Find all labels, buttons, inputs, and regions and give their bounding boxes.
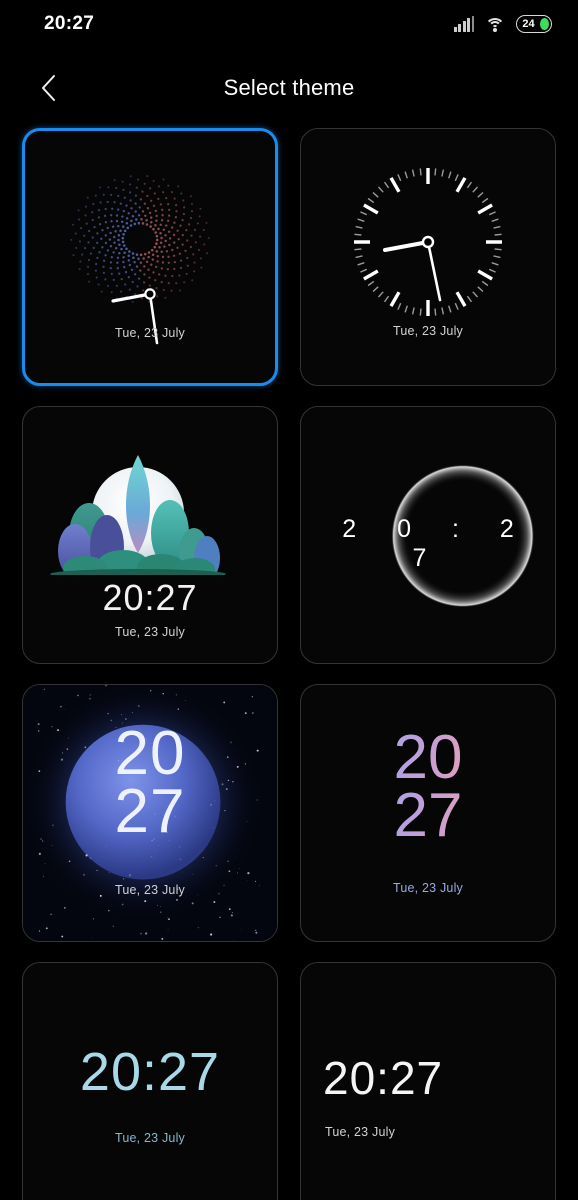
theme-grid: Tue, 23 July Tue, 23 July 20:27 Tue, 23 … — [0, 128, 578, 1200]
page-header: Select theme — [0, 48, 578, 128]
theme-card-blue-moon-clock[interactable]: 20 27 Tue, 23 July — [22, 684, 278, 942]
status-bar-icons: 24 — [454, 15, 553, 33]
card-date-label: Tue, 23 July — [301, 881, 555, 895]
card-date-label: Tue, 23 July — [23, 625, 277, 639]
theme-card-eclipse-clock[interactable]: 2 0 : 2 7 — [300, 406, 556, 664]
card-date-label: Tue, 23 July — [301, 1125, 555, 1139]
card-time-stack: 20 27 — [23, 725, 277, 842]
chevron-left-icon — [38, 73, 58, 103]
card-time-hours: 20 — [23, 725, 277, 783]
forest-moon-graphic — [23, 425, 253, 575]
card-time-label: 20:27 — [23, 1041, 277, 1103]
signal-bars-icon — [454, 17, 475, 32]
card-date-label: Tue, 23 July — [23, 1131, 277, 1145]
battery-icon: 24 — [516, 15, 552, 33]
theme-card-plain-left-clock[interactable]: 20:27 Tue, 23 July — [300, 962, 556, 1200]
theme-card-particle-spiral-clock[interactable]: Tue, 23 July — [22, 128, 278, 386]
status-bar-clock: 20:27 — [44, 13, 94, 35]
card-date-label: Tue, 23 July — [23, 883, 277, 897]
back-button[interactable] — [30, 70, 66, 106]
card-time-label: 2 0 : 2 7 — [301, 515, 555, 573]
card-time-minutes: 27 — [301, 787, 555, 845]
battery-level-label: 24 — [522, 18, 534, 30]
card-time-stack: 20 27 — [301, 729, 555, 846]
theme-card-cyan-thin-clock[interactable]: 20:27 Tue, 23 July — [22, 962, 278, 1200]
theme-card-classic-analog-clock[interactable]: Tue, 23 July — [300, 128, 556, 386]
card-date-label: Tue, 23 July — [25, 326, 275, 340]
status-bar: 20:27 24 — [0, 0, 578, 48]
analog-clock-graphic — [343, 157, 513, 327]
card-time-hours: 20 — [301, 729, 555, 787]
card-time-label: 20:27 — [23, 577, 277, 619]
card-date-label: Tue, 23 July — [301, 324, 555, 338]
theme-card-gradient-stacked-clock[interactable]: 20 27 Tue, 23 July — [300, 684, 556, 942]
theme-card-forest-moon-clock[interactable]: 20:27 Tue, 23 July — [22, 406, 278, 664]
wifi-icon — [485, 17, 505, 32]
page-title: Select theme — [0, 75, 578, 101]
card-time-minutes: 27 — [23, 783, 277, 841]
card-time-label: 20:27 — [323, 1051, 443, 1105]
